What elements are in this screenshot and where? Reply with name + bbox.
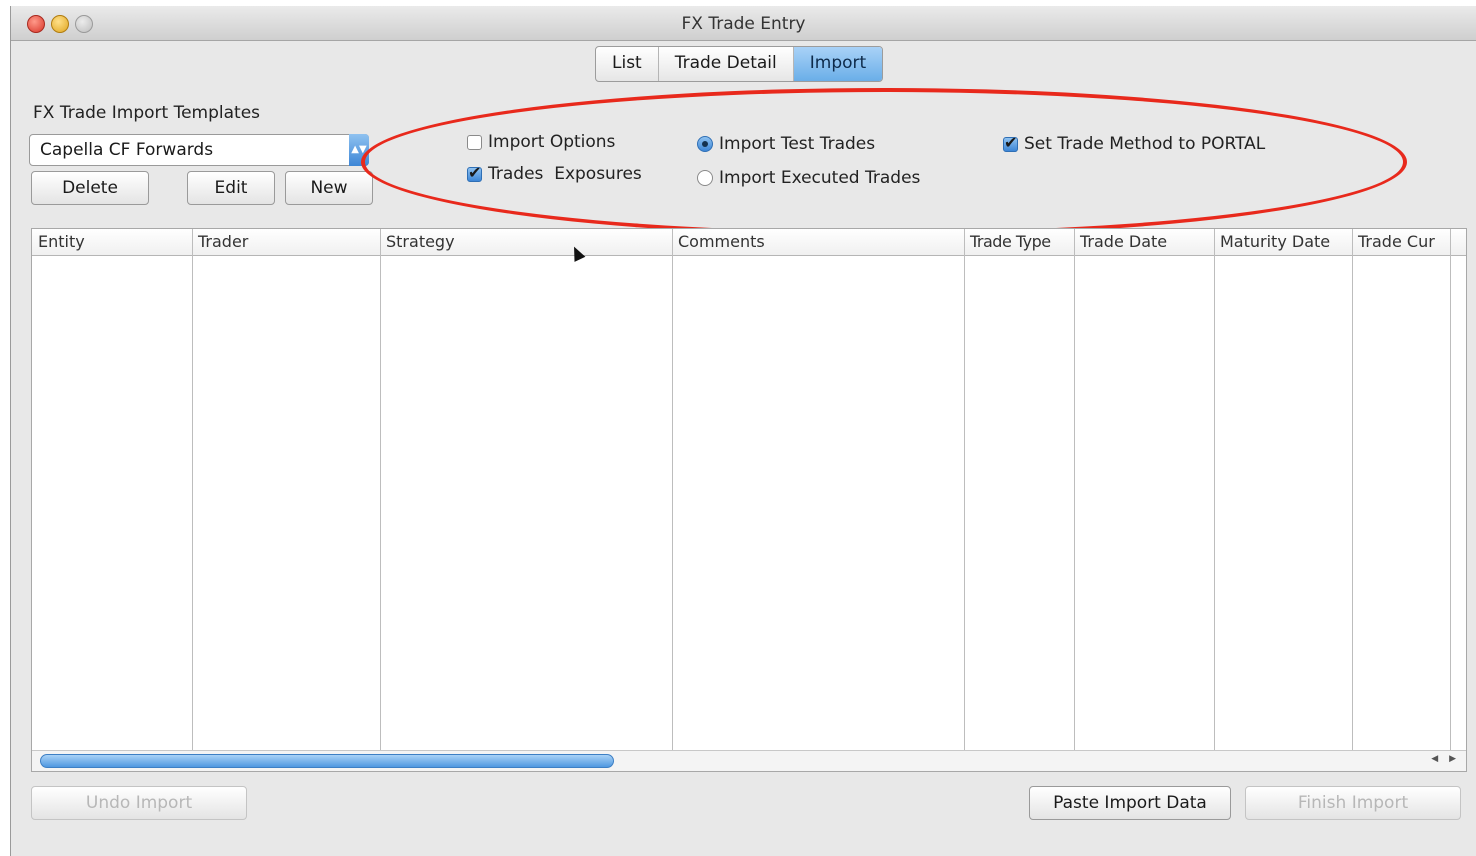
column-header-comments[interactable]: Comments — [672, 229, 964, 255]
column-header-entity[interactable]: Entity — [32, 229, 192, 255]
column-header-trade-type[interactable]: Trade Type — [964, 229, 1074, 255]
column-header-strategy[interactable]: Strategy — [380, 229, 672, 255]
template-select-value: Capella CF Forwards — [40, 140, 214, 160]
table-header: Entity Trader Strategy Comments Trade Ty… — [32, 229, 1466, 256]
finish-import-button[interactable]: Finish Import — [1245, 786, 1461, 820]
column-header-trader[interactable]: Trader — [192, 229, 380, 255]
highlight-annotation — [361, 88, 1407, 236]
new-template-button[interactable]: New — [285, 171, 373, 205]
checkbox-checked-icon — [467, 163, 482, 182]
column-divider — [1352, 229, 1353, 751]
paste-import-data-button[interactable]: Paste Import Data — [1029, 786, 1231, 820]
select-arrows-icon[interactable]: ▲▼ — [349, 134, 369, 166]
tab-trade-detail[interactable]: Trade Detail — [659, 47, 794, 81]
trades-exposures-checkbox[interactable]: Trades Exposures — [467, 163, 642, 184]
title-bar[interactable]: FX Trade Entry — [11, 6, 1476, 41]
scrollbar-thumb[interactable] — [40, 754, 614, 768]
column-divider — [672, 229, 673, 751]
import-table[interactable]: Entity Trader Strategy Comments Trade Ty… — [31, 228, 1467, 772]
import-executed-trades-radio[interactable]: Import Executed Trades — [697, 168, 920, 188]
template-select[interactable]: Capella CF Forwards ▲▼ — [29, 134, 369, 166]
column-header-trade-cur[interactable]: Trade Cur — [1352, 229, 1450, 255]
column-divider — [380, 229, 381, 751]
column-divider — [192, 229, 193, 751]
column-header-trade-date[interactable]: Trade Date — [1074, 229, 1214, 255]
radio-unselected-icon — [697, 170, 713, 186]
import-options-checkbox[interactable]: Import Options — [467, 132, 615, 152]
column-divider — [1074, 229, 1075, 751]
import-test-trades-radio[interactable]: Import Test Trades — [697, 134, 875, 154]
tab-import[interactable]: Import — [793, 47, 883, 81]
column-divider — [964, 229, 965, 751]
checkbox-checked-icon — [1003, 133, 1018, 152]
fx-trade-entry-window: FX Trade Entry List Trade Detail Import … — [10, 6, 1476, 856]
horizontal-scrollbar[interactable]: ◀ ▶ — [32, 750, 1466, 771]
tab-bar: List Trade Detail Import — [595, 46, 884, 82]
templates-label: FX Trade Import Templates — [33, 103, 261, 123]
scroll-arrows-icon[interactable]: ◀ ▶ — [1431, 754, 1460, 764]
column-header-maturity-date[interactable]: Maturity Date — [1214, 229, 1352, 255]
column-divider — [1214, 229, 1215, 751]
window-title: FX Trade Entry — [681, 14, 806, 34]
checkbox-unchecked-icon — [467, 134, 482, 150]
set-trade-method-checkbox[interactable]: Set Trade Method to PORTAL — [1003, 133, 1265, 154]
edit-template-button[interactable]: Edit — [187, 171, 275, 205]
delete-template-button[interactable]: Delete — [31, 171, 149, 205]
undo-import-button[interactable]: Undo Import — [31, 786, 247, 820]
column-divider — [1450, 229, 1451, 751]
tab-list[interactable]: List — [596, 47, 659, 81]
radio-selected-icon — [697, 136, 713, 152]
